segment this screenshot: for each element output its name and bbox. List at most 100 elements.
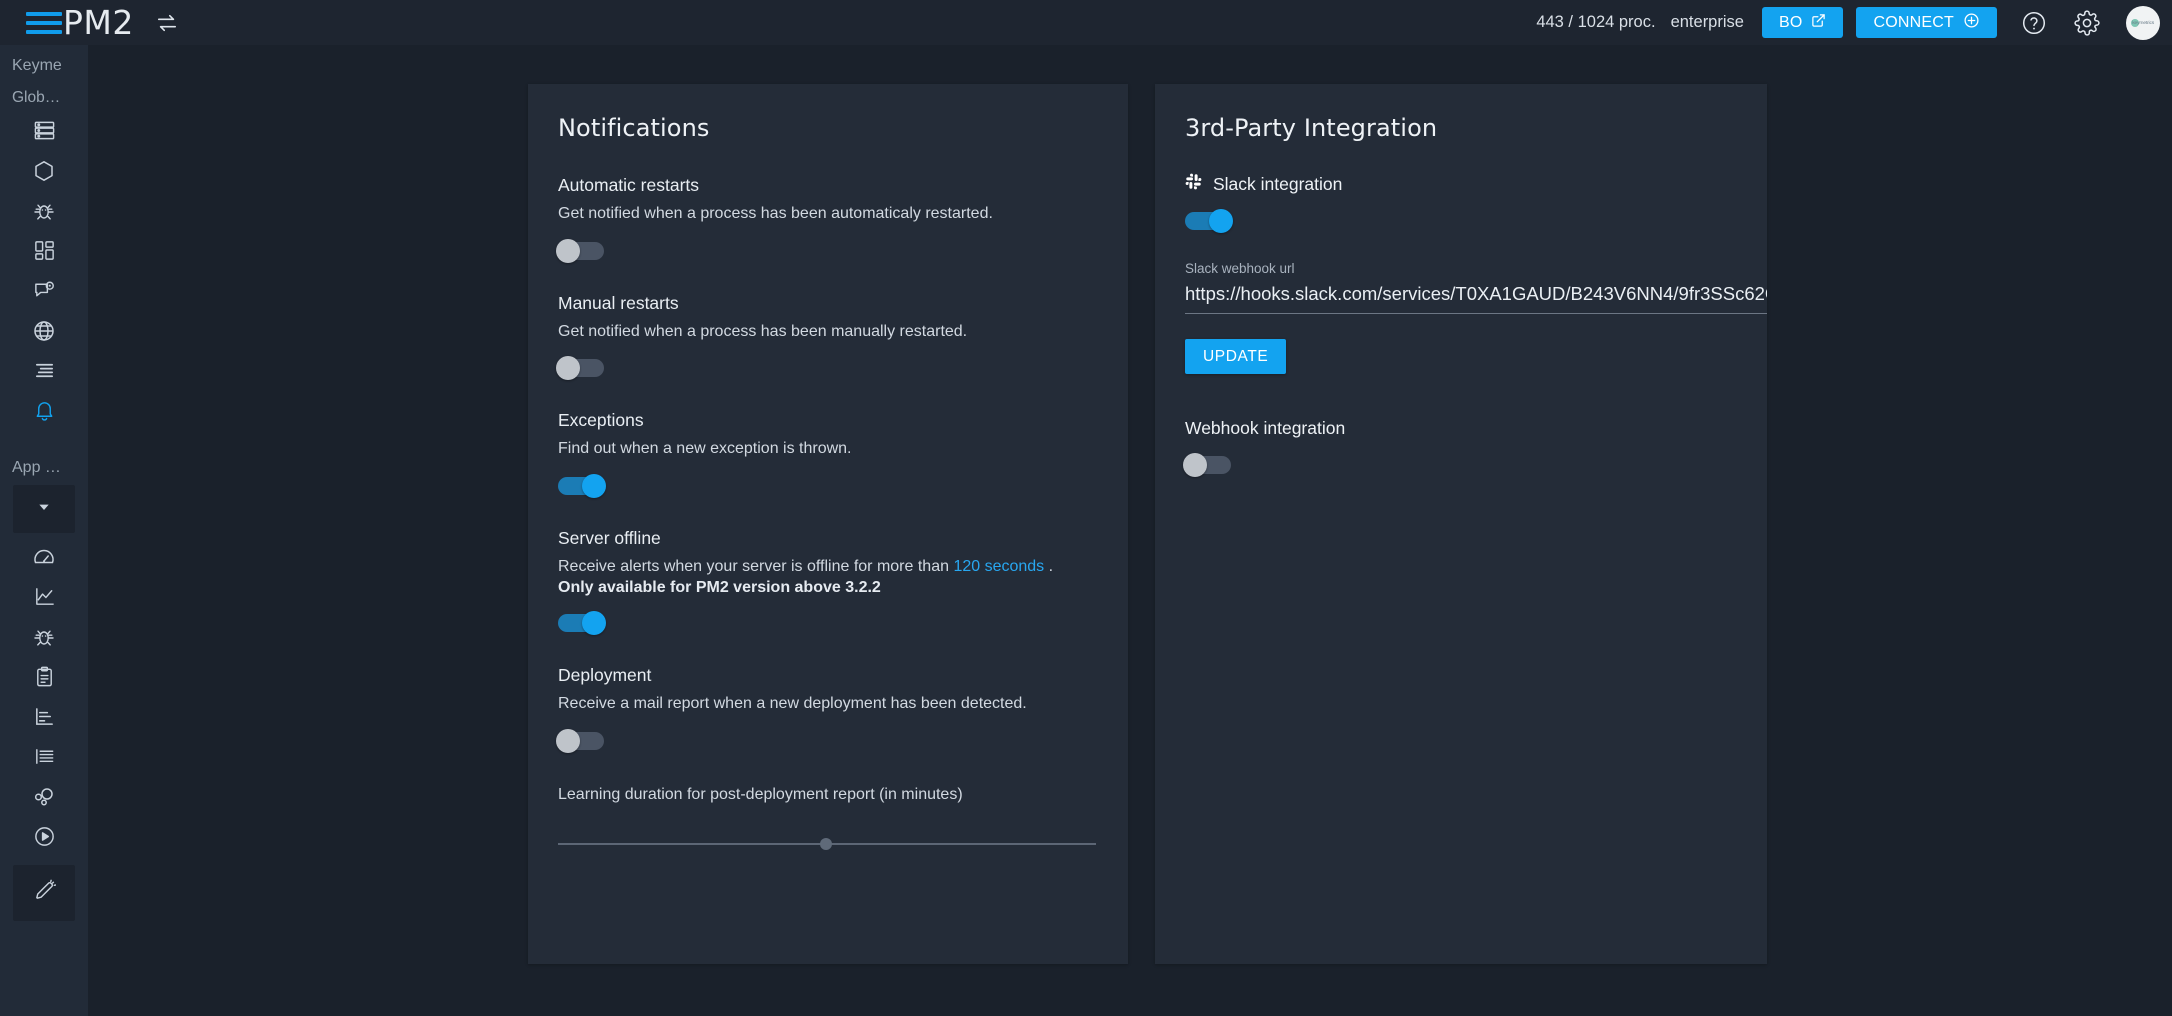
slack-integration-section: Slack integration Slack webhook url UPDA… <box>1155 173 1767 477</box>
chevron-down-icon <box>36 499 52 520</box>
server-offline-threshold-link[interactable]: 120 seconds <box>953 558 1044 575</box>
toggle-exceptions[interactable] <box>558 473 606 498</box>
notification-section-server-offline: Server offline Receive alerts when your … <box>528 527 1128 636</box>
toggle-webhook-integration[interactable] <box>1183 453 1231 477</box>
sidebar-app-label: App … <box>12 459 61 476</box>
sidebar-item-dashboard[interactable] <box>0 233 88 273</box>
desc-prefix: Receive alerts when your server is offli… <box>558 557 954 575</box>
sidebar-item-hexagon[interactable] <box>0 153 88 193</box>
main-content: Notifications Automatic restarts Get not… <box>88 45 2172 1016</box>
section-title: Deployment <box>558 665 652 686</box>
sidebar-item-chat[interactable] <box>0 273 88 313</box>
sidebar-item-clipboard[interactable] <box>0 659 88 699</box>
webhook-integration-title: Webhook integration <box>1185 418 1346 438</box>
gauge-icon <box>32 545 56 574</box>
toggle-deployment[interactable] <box>556 728 604 753</box>
sidebar-item-bug-app[interactable] <box>0 619 88 659</box>
pencil-icon <box>33 879 56 907</box>
page-title: Notifications <box>558 114 710 142</box>
top-bar-right: 443 / 1024 proc. enterprise BO CONNECT k… <box>1536 5 2172 40</box>
learning-duration-slider[interactable] <box>558 834 1096 854</box>
gear-icon[interactable] <box>2072 8 2102 38</box>
hexagon-icon <box>32 159 56 188</box>
connect-button-label: CONNECT <box>1873 13 1954 31</box>
external-link-icon <box>1811 13 1826 33</box>
notifications-panel: Notifications Automatic restarts Get not… <box>528 84 1128 964</box>
plus-circle-icon <box>1963 12 1980 34</box>
avatar-label: keymetrics <box>2132 19 2154 26</box>
section-note: Only available for PM2 version above 3.2… <box>558 579 881 597</box>
section-title: Exceptions <box>558 410 644 431</box>
bell-icon <box>33 399 56 427</box>
brand-logo-text: PM2 <box>63 3 134 42</box>
toggle-slack-integration[interactable] <box>1185 209 1233 233</box>
sidebar-item-play[interactable] <box>0 819 88 859</box>
section-title: Manual restarts <box>558 292 679 313</box>
plan-name: enterprise <box>1670 13 1744 31</box>
globe-icon <box>32 319 56 348</box>
avatar[interactable]: keymetrics <box>2126 5 2160 40</box>
sidebar-item-logs[interactable] <box>0 353 88 393</box>
toggle-manual-restarts[interactable] <box>556 356 604 381</box>
bo-button[interactable]: BO <box>1761 7 1844 38</box>
toggle-knob <box>582 611 606 636</box>
section-title: Server offline <box>558 527 661 548</box>
section-title: Automatic restarts <box>558 175 700 195</box>
toggle-knob <box>1183 453 1207 477</box>
question-mark-circle-icon[interactable] <box>2019 8 2049 38</box>
swap-arrows-icon[interactable] <box>156 12 178 34</box>
sidebar-item-notifications[interactable] <box>0 393 88 433</box>
toggle-knob <box>1209 209 1233 233</box>
sidebar: Keyme Glob… App … <box>0 45 88 1016</box>
toggle-automatic-restarts[interactable] <box>556 238 604 263</box>
sidebar-global-label: Glob… <box>12 89 61 106</box>
slack-webhook-url-input[interactable] <box>1185 280 1767 314</box>
section-description: Receive a mail report when a new deploym… <box>558 695 1027 713</box>
integration-panel-title: 3rd-Party Integration <box>1185 114 1438 142</box>
notification-section-exceptions: Exceptions Find out when a new exception… <box>528 410 1128 498</box>
chart-line-icon <box>33 585 56 613</box>
bubbles-icon <box>32 785 56 814</box>
process-count: 443 / 1024 proc. <box>1536 13 1656 31</box>
update-button[interactable]: UPDATE <box>1185 339 1287 374</box>
sidebar-item-edit[interactable] <box>13 865 75 921</box>
play-circle-icon <box>33 825 56 853</box>
bo-button-label: BO <box>1778 13 1803 31</box>
slider-thumb[interactable] <box>820 837 832 850</box>
connect-button[interactable]: CONNECT <box>1856 7 1997 38</box>
section-description: Get notified when a process has been aut… <box>558 205 993 222</box>
brand-area: PM2 <box>26 6 178 39</box>
bug-icon <box>32 199 56 228</box>
sidebar-item-gauge[interactable] <box>0 539 88 579</box>
servers-icon <box>33 119 56 147</box>
chat-watch-icon <box>33 279 56 307</box>
sidebar-item-bubbles[interactable] <box>0 779 88 819</box>
desc-suffix: . <box>1044 557 1054 575</box>
sidebar-item-bug-global[interactable] <box>0 193 88 233</box>
section-description: Find out when a new exception is thrown. <box>558 440 852 458</box>
sidebar-item-globe[interactable] <box>0 313 88 353</box>
slack-webhook-url-label: Slack webhook url <box>1185 261 1295 276</box>
notification-section-manual-restarts: Manual restarts Get notified when a proc… <box>528 292 1128 381</box>
integration-panel: 3rd-Party Integration Slack integration … <box>1155 84 1767 964</box>
sidebar-item-lines[interactable] <box>0 739 88 779</box>
toggle-knob <box>556 356 580 381</box>
section-description: Receive alerts when your server is offli… <box>558 556 1098 578</box>
sidebar-item-chart[interactable] <box>0 579 88 619</box>
slack-integration-title: Slack integration <box>1213 173 1343 194</box>
notification-section-deployment: Deployment Receive a mail report when a … <box>528 665 1128 854</box>
sidebar-item-bar-chart[interactable] <box>0 699 88 739</box>
list-align-icon <box>33 359 56 387</box>
bug-icon <box>32 625 56 654</box>
sidebar-org-label: Keyme <box>12 57 62 74</box>
toggle-knob <box>556 238 580 263</box>
slack-header: Slack integration <box>1185 173 1737 195</box>
toggle-server-offline[interactable] <box>558 611 606 636</box>
slack-icon <box>1185 173 1202 195</box>
sidebar-item-servers[interactable] <box>0 113 88 153</box>
lines-icon <box>33 745 56 773</box>
notification-section-automatic-restarts: Automatic restarts Get notified when a p… <box>528 175 1128 263</box>
learning-duration-label: Learning duration for post-deployment re… <box>558 785 963 803</box>
hamburger-menu-icon[interactable] <box>26 11 62 34</box>
sidebar-app-selector[interactable] <box>13 485 75 533</box>
